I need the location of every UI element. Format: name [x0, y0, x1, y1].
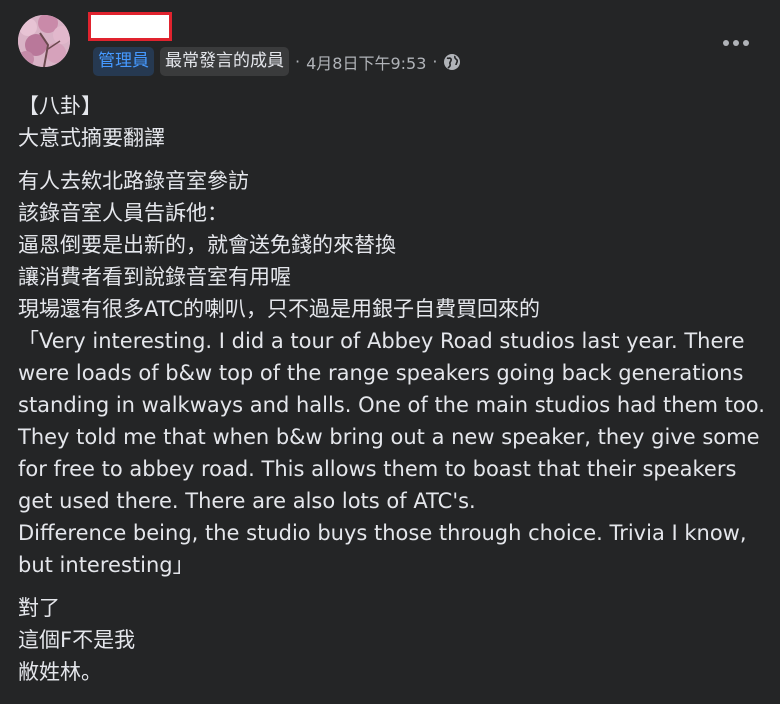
post-line: 逼恩倒要是出新的，就會送免錢的來替換 [18, 233, 396, 257]
post-paragraph: 【八卦】 大意式摘要翻譯 [18, 90, 770, 154]
post-line: standing in walkways and halls. One of t… [18, 393, 765, 417]
globe-icon [443, 53, 461, 71]
redacted-author-name [88, 12, 172, 41]
meta-separator: · [432, 52, 438, 71]
post-line: for free to abbey road. This allows them… [18, 457, 737, 481]
post-body: 【八卦】 大意式摘要翻譯 有人去欸北路錄音室參訪 該錄音室人員告訴他： 逼恩倒要… [18, 90, 770, 699]
meta-separator: · [295, 52, 301, 71]
group-post: 管理員 最常發言的成員 · 4月8日下午9:53 · 【八卦】 大意式摘要翻譯 … [0, 0, 780, 704]
avatar-image [18, 15, 70, 67]
post-line: get used there. There are also lots of A… [18, 489, 476, 513]
post-line: 大意式摘要翻譯 [18, 126, 165, 150]
post-paragraph: 對了 這個F不是我 敝姓林。 [18, 592, 770, 688]
post-line: 【八卦】 [18, 94, 102, 118]
post-line: 對了 [18, 596, 60, 620]
author-avatar[interactable] [18, 15, 70, 67]
post-meta: 管理員 最常發言的成員 · 4月8日下午9:53 · [93, 47, 461, 76]
post-line: They told me that when b&w bring out a n… [18, 425, 760, 449]
post-line: Difference being, the studio buys those … [18, 521, 747, 545]
post-line: 有人去欸北路錄音室參訪 [18, 169, 249, 193]
post-line: but interesting」 [18, 553, 194, 577]
post-line: were loads of b&w top of the range speak… [18, 361, 744, 385]
post-line: 該錄音室人員告訴他： [18, 201, 228, 225]
post-line: 「Very interesting. I did a tour of Abbey… [18, 329, 745, 353]
post-paragraph: 有人去欸北路錄音室參訪 該錄音室人員告訴他： 逼恩倒要是出新的，就會送免錢的來替… [18, 165, 770, 581]
post-line: 現場還有很多ATC的喇叭，只不過是用銀子自費買回來的 [18, 297, 540, 321]
post-timestamp[interactable]: 4月8日下午9:53 [306, 50, 426, 74]
more-options-icon[interactable] [720, 28, 752, 58]
post-line: 這個F不是我 [18, 628, 136, 652]
post-line: 讓消費者看到說錄音室有用喔 [18, 265, 291, 289]
admin-badge[interactable]: 管理員 [93, 47, 154, 76]
post-line: 敝姓林。 [18, 660, 102, 684]
top-contributor-badge[interactable]: 最常發言的成員 [160, 47, 289, 76]
